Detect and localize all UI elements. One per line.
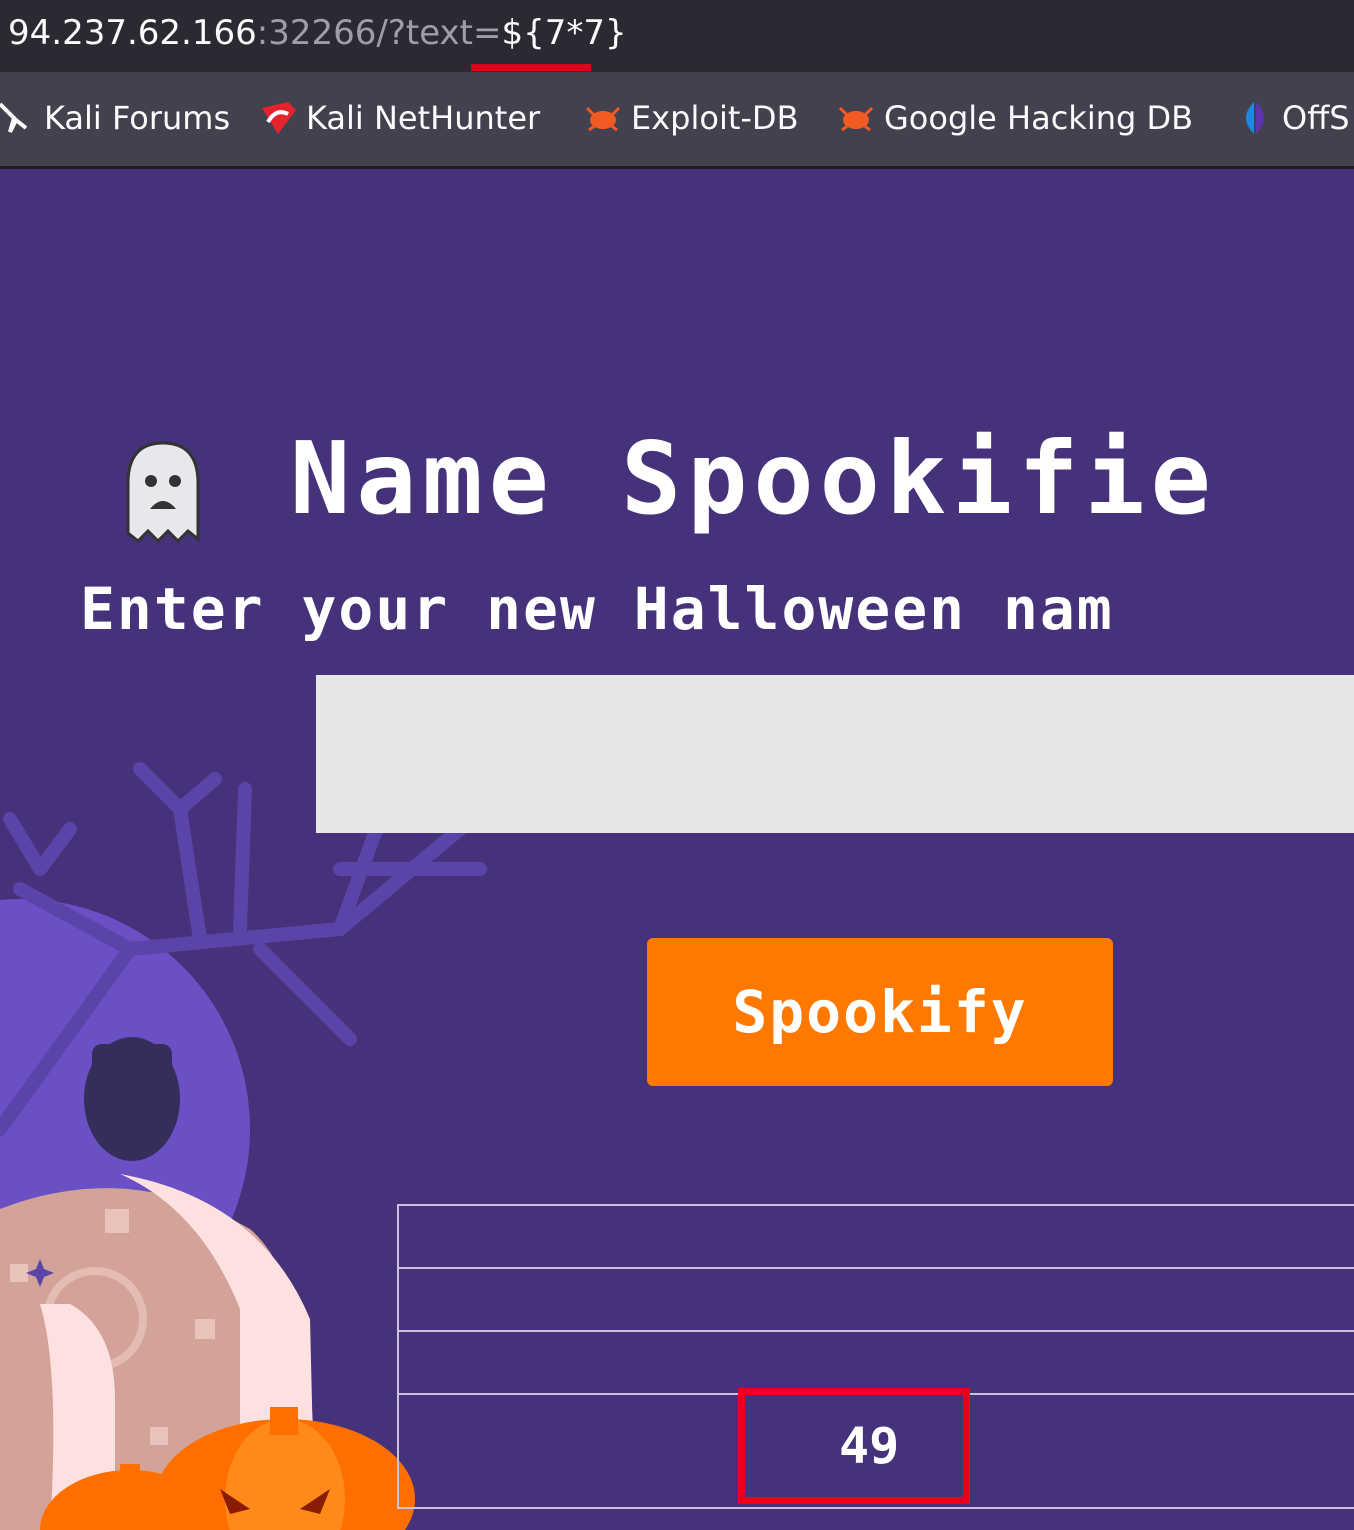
exploit-db-icon — [583, 98, 623, 138]
bookmark-google-hacking-db[interactable]: Google Hacking DB — [836, 94, 1193, 142]
name-input[interactable] — [316, 675, 1354, 833]
payload-underline-annotation — [471, 64, 591, 71]
page-subtitle: Enter your new Halloween nam — [80, 575, 1114, 643]
table-row — [397, 1330, 1354, 1395]
nethunter-icon — [258, 98, 298, 138]
table-cell — [397, 1267, 1354, 1332]
bookmarks-toolbar: Kali Forums Kali NetHunter Exploit-DB Go… — [0, 72, 1354, 169]
url-host: 94.237.62.166 — [8, 13, 257, 53]
table-row — [397, 1204, 1354, 1269]
page-content: Name Spookifie Enter your new Halloween … — [0, 169, 1354, 1530]
url-bar[interactable]: 94.237.62.166:32266/?text=${7*7} — [0, 0, 1354, 72]
table-cell — [397, 1204, 1354, 1269]
url-path: :32266/?text= — [256, 13, 502, 53]
table-row — [397, 1267, 1354, 1332]
bookmark-label: Google Hacking DB — [884, 99, 1194, 137]
spookify-button[interactable]: Spookify — [647, 938, 1113, 1086]
exploit-db-icon — [836, 98, 876, 138]
url-text[interactable]: 94.237.62.166:32266/?text=${7*7} — [8, 12, 627, 54]
result-highlight-annotation — [738, 1388, 970, 1504]
table-cell — [397, 1330, 1354, 1395]
kali-dragon-icon — [0, 98, 36, 138]
bookmark-kali-forums[interactable]: Kali Forums — [0, 94, 230, 142]
url-payload: ${7*7} — [501, 13, 627, 53]
bookmark-label: Kali Forums — [44, 99, 231, 137]
bookmark-label: Kali NetHunter — [306, 99, 541, 137]
bookmark-exploit-db[interactable]: Exploit-DB — [583, 94, 799, 142]
bookmark-kali-nethunter[interactable]: Kali NetHunter — [258, 94, 540, 142]
bookmark-label: Exploit-DB — [631, 99, 799, 137]
ghost-icon — [126, 441, 200, 544]
offsec-icon — [1234, 98, 1274, 138]
bookmark-label: OffS — [1282, 99, 1350, 137]
bookmark-offsec[interactable]: OffS — [1234, 94, 1350, 142]
page-title: Name Spookifie — [290, 420, 1217, 537]
